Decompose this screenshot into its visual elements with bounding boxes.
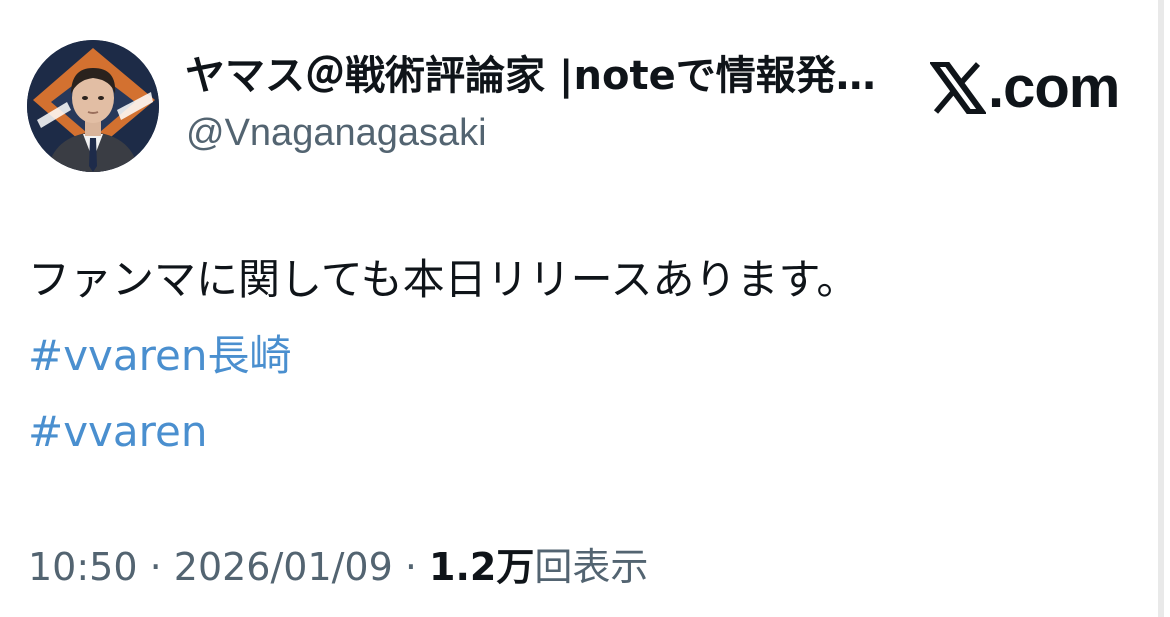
x-logo-icon xyxy=(930,62,986,114)
tweet-time[interactable]: 10:50 xyxy=(28,545,138,589)
scrollbar[interactable] xyxy=(1158,0,1164,617)
user-handle[interactable]: @Vnaganagasaki xyxy=(186,110,487,156)
avatar-image xyxy=(27,40,159,172)
x-com-logo: .com xyxy=(930,55,1120,120)
meta-separator: · xyxy=(137,545,174,589)
brand-domain: .com xyxy=(988,55,1120,120)
display-name[interactable]: ヤマス＠戦術評論家 |noteで情報発… xyxy=(185,52,910,100)
tweet-card: ヤマス＠戦術評論家 |noteで情報発… @Vnaganagasaki .com… xyxy=(0,0,1170,617)
tweet-date[interactable]: 2026/01/09 xyxy=(174,545,393,589)
tweet-metadata: 10:50 · 2026/01/09 · 1.2万回表示 xyxy=(28,543,648,591)
avatar[interactable] xyxy=(27,40,159,172)
views-label[interactable]: 回表示 xyxy=(534,545,648,589)
hashtag-link[interactable]: #vvaren xyxy=(28,404,207,460)
hashtag-link[interactable]: #vvaren長崎 xyxy=(28,328,291,384)
meta-separator: · xyxy=(392,545,430,589)
views-count[interactable]: 1.2万 xyxy=(429,545,534,589)
tweet-text: ファンマに関しても本日リリースあります。 xyxy=(28,255,859,304)
